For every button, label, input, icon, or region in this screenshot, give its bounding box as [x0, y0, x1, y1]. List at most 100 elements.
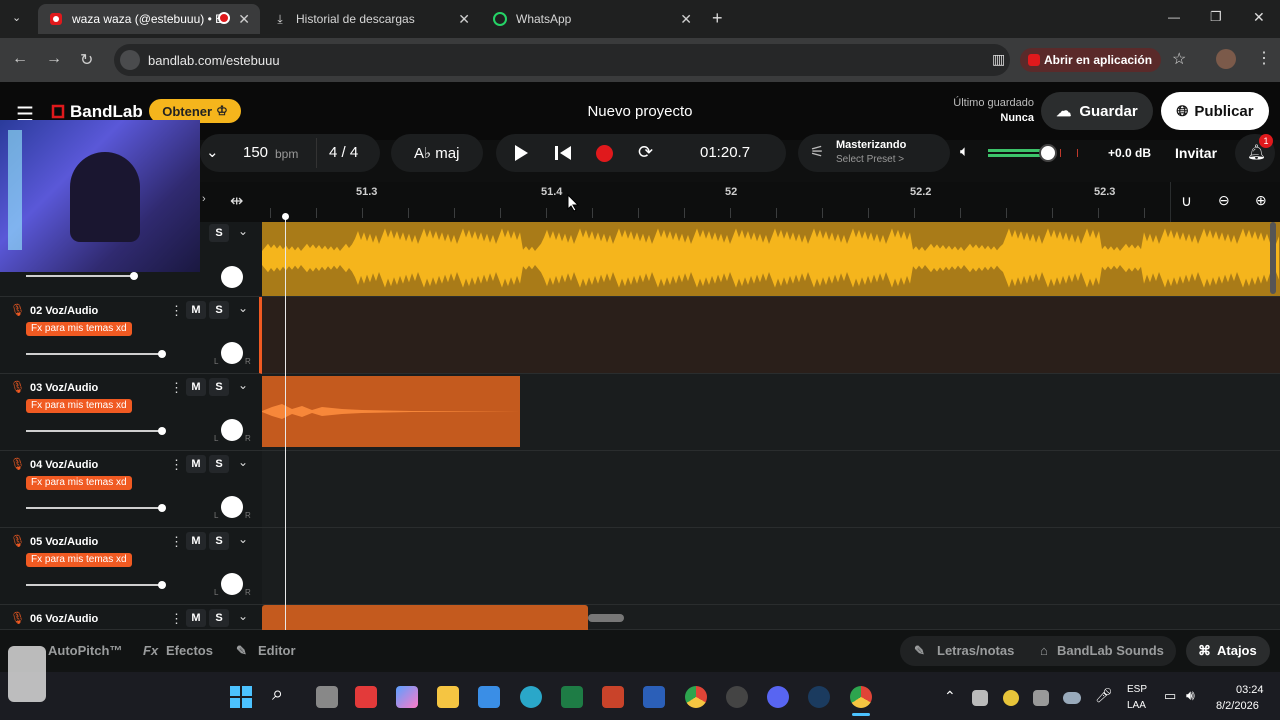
volume-slider[interactable] [26, 275, 134, 277]
chrome-icon[interactable] [726, 686, 748, 708]
speaker-mute-icon[interactable]: 🔈︎ [960, 143, 969, 160]
timeline-ruler[interactable] [262, 182, 1280, 222]
site-info-icon[interactable] [120, 50, 140, 70]
track-menu-icon[interactable]: ⋮ [170, 457, 183, 473]
lyrics-button[interactable]: Letras/notas [937, 643, 1014, 658]
track-menu-icon[interactable]: ⋮ [170, 611, 183, 627]
chevron-down-icon[interactable]: ⌄ [238, 301, 248, 315]
zoom-out-icon[interactable]: ⊖ [1218, 192, 1230, 209]
volume-icon[interactable]: 🔊︎ [1186, 687, 1195, 704]
volume-slider-knob[interactable] [158, 581, 166, 589]
mute-button[interactable]: M [186, 609, 206, 627]
tab-list-icon[interactable]: ⌄ [12, 11, 21, 24]
vertical-scrollbar[interactable] [1270, 222, 1276, 294]
excel-icon[interactable] [561, 686, 583, 708]
solo-button[interactable]: S [209, 609, 229, 627]
volume-slider[interactable] [26, 430, 162, 432]
bookmark-star-icon[interactable]: ☆ [1172, 49, 1186, 69]
track-lane-01[interactable] [262, 222, 1280, 297]
tray-icon[interactable] [972, 690, 988, 706]
clock-time[interactable]: 03:24 [1236, 684, 1264, 696]
autopitch-button[interactable]: AutoPitch™ [48, 643, 122, 658]
wps-icon[interactable] [355, 686, 377, 708]
pan-knob[interactable] [221, 419, 243, 441]
solo-button[interactable]: S [209, 224, 229, 242]
steam-icon[interactable] [808, 686, 830, 708]
volume-slider[interactable] [26, 507, 162, 509]
tab-whatsapp[interactable]: WhatsApp ✕ [482, 4, 702, 34]
fx-preset-tag[interactable]: Fx para mis temas xd [26, 399, 132, 413]
powerpoint-icon[interactable] [602, 686, 624, 708]
windows-start-icon[interactable] [230, 686, 252, 708]
volume-slider-knob[interactable] [158, 504, 166, 512]
tab-downloads[interactable]: ⤓ Historial de descargas ✕ [262, 4, 480, 34]
sounds-button[interactable]: BandLab Sounds [1057, 643, 1164, 658]
volume-knob[interactable] [1039, 144, 1057, 162]
audio-clip[interactable] [262, 376, 520, 447]
publish-button[interactable]: 🌐︎ Publicar [1161, 92, 1269, 130]
solo-button[interactable]: S [209, 301, 229, 319]
loop-icon[interactable]: ⟳ [638, 142, 653, 163]
store-icon[interactable] [478, 686, 500, 708]
time-signature[interactable]: 4 / 4 [329, 144, 358, 161]
search-icon[interactable]: ⌕ [272, 683, 283, 706]
file-explorer-icon[interactable] [437, 686, 459, 708]
track-name[interactable]: 05 Voz/Audio [30, 536, 98, 548]
editor-button[interactable]: Editor [258, 643, 296, 658]
chrome-icon[interactable] [685, 686, 707, 708]
new-tab-button[interactable]: + [712, 8, 723, 29]
copilot-icon[interactable] [396, 686, 418, 708]
word-icon[interactable] [643, 686, 665, 708]
master-volume-slider[interactable] [988, 144, 1078, 162]
project-title[interactable]: Nuevo proyecto [540, 103, 740, 120]
play-icon[interactable] [513, 144, 529, 162]
lang-variant[interactable]: LAA [1127, 700, 1146, 711]
tray-icon[interactable] [1003, 690, 1019, 706]
volume-slider[interactable] [26, 584, 162, 586]
invite-button[interactable]: Invitar [1175, 145, 1217, 161]
fx-preset-tag[interactable]: Fx para mis temas xd [26, 476, 132, 490]
chevron-down-icon[interactable]: ⌄ [238, 532, 248, 546]
close-tab-icon[interactable]: ✕ [238, 11, 250, 28]
track-menu-icon[interactable]: ⋮ [170, 534, 183, 550]
reading-mode-icon[interactable]: ▥ [992, 51, 1005, 68]
mute-button[interactable]: M [186, 532, 206, 550]
minimize-button[interactable]: — [1168, 10, 1180, 24]
track-name[interactable]: 04 Voz/Audio [30, 459, 98, 471]
skip-back-icon[interactable] [554, 144, 572, 162]
onedrive-icon[interactable] [1063, 692, 1081, 704]
track-lane[interactable] [262, 528, 1280, 605]
close-window-button[interactable]: ✕ [1253, 9, 1265, 26]
mastering-preset[interactable]: Select Preset > [836, 154, 904, 165]
audio-clip[interactable] [262, 605, 588, 630]
profile-avatar[interactable] [1216, 49, 1236, 69]
bandlab-logo[interactable]: BandLab [50, 102, 143, 122]
discord-icon[interactable] [767, 686, 789, 708]
mute-button[interactable]: M [186, 455, 206, 473]
horizontal-scrollbar[interactable] [588, 614, 624, 622]
network-icon[interactable]: ▭ [1164, 688, 1176, 704]
tempo-value[interactable]: 150 [243, 144, 268, 161]
close-tab-icon[interactable]: ✕ [458, 11, 470, 28]
fx-preset-tag[interactable]: Fx para mis temas xd [26, 553, 132, 567]
tab-bandlab[interactable]: waza waza (@estebuuu) • B ✕ [38, 4, 260, 34]
solo-button[interactable]: S [209, 455, 229, 473]
playhead-handle[interactable] [282, 213, 289, 220]
tray-chevron-icon[interactable]: ⌃ [944, 688, 956, 705]
record-icon[interactable] [596, 145, 613, 162]
chevron-down-icon[interactable]: ⌄ [238, 455, 248, 469]
time-display[interactable]: 01:20.7 [700, 144, 750, 161]
track-menu-icon[interactable]: ⋮ [170, 380, 183, 396]
fit-tracks-icon[interactable]: ⇹ [230, 191, 243, 211]
magnet-snap-icon[interactable]: ∪ [1181, 192, 1192, 210]
pan-knob[interactable] [221, 266, 243, 288]
collapse-arrow-icon[interactable]: › [202, 193, 206, 205]
track-name[interactable]: 06 Voz/Audio [30, 613, 98, 625]
effects-button[interactable]: Efectos [166, 643, 213, 658]
pan-knob[interactable] [221, 496, 243, 518]
chevron-down-icon[interactable]: ⌄ [238, 224, 248, 238]
chevron-down-icon[interactable]: ⌄ [206, 143, 219, 161]
mute-button[interactable]: M [186, 301, 206, 319]
chevron-down-icon[interactable]: ⌄ [238, 609, 248, 623]
track-lane[interactable] [262, 297, 1280, 374]
